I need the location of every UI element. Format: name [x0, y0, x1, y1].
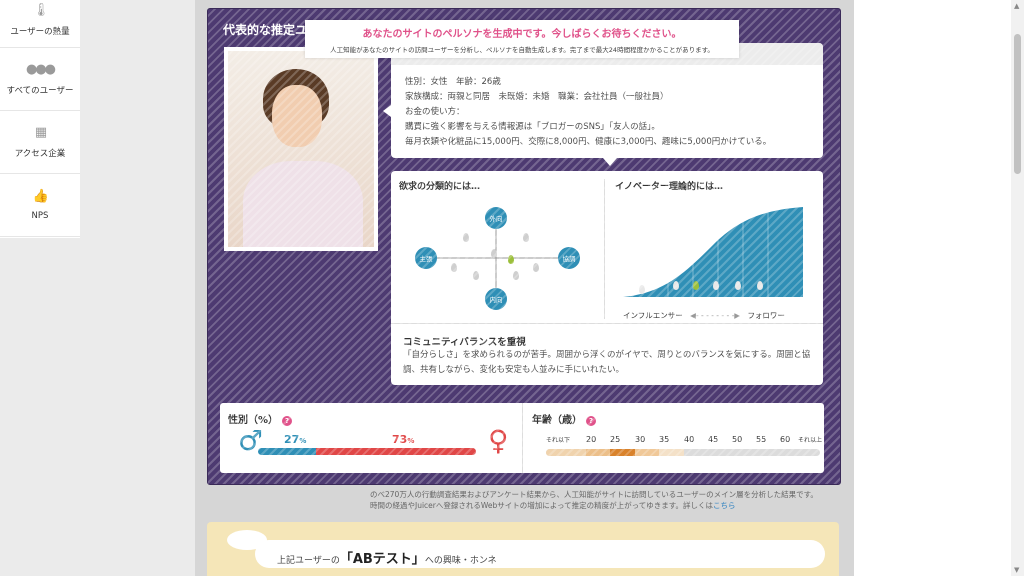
details-link[interactable]: こちら: [713, 501, 736, 510]
male-bar: [258, 448, 316, 455]
innovator-arrow: ◀- - - - - - - -▶: [690, 311, 741, 320]
data-drop-highlight: [508, 255, 514, 264]
building-icon: ▦: [34, 125, 47, 140]
sidebar-item-nps[interactable]: 👍 NPS: [0, 174, 80, 237]
data-drop: [639, 285, 645, 294]
footnote-line2: 時間の経過やJuicerへ登録されるWebサイトの増加によって推定の精度が上がっ…: [370, 501, 713, 510]
female-bar: [316, 448, 476, 455]
persona-family: 家族構成：両親と同居 未既婚：未婚 職業：会社社員（一般社員）: [405, 92, 669, 102]
persona-gender-age: 性別：女性 年齢：26歳: [405, 77, 501, 87]
notice-message: 人工知能があなたのサイトの訪問ユーザーを分析し、ペルソナを自動生成します。完了ま…: [330, 46, 714, 54]
age-bar: [546, 449, 820, 456]
main-content: 代表的な推定ユーザー像 性別：女性 年齢：26歳 家族構成：両親と同居 未既婚：…: [195, 0, 854, 576]
scrollbar-thumb[interactable]: [1014, 34, 1021, 174]
thumbs-up-icon: 👍: [32, 189, 49, 204]
age-label: 40: [684, 435, 695, 444]
persona-money-label: お金の使い方：: [405, 107, 465, 117]
notice-title: あなたのサイトのペルソナを生成中です。今しばらくお待ちください。: [362, 29, 682, 40]
data-drop: [523, 233, 529, 242]
data-drop: [473, 271, 479, 280]
sidebar-item-label: すべてのユーザー: [6, 86, 74, 96]
persona-photo: [224, 47, 378, 251]
age-label: 35: [659, 435, 670, 444]
female-percent: 73%: [392, 433, 415, 446]
male-percent: 27%: [284, 433, 307, 446]
age-label: 20: [586, 435, 597, 444]
desire-axis-right: 協調: [558, 247, 580, 269]
data-drop: [757, 281, 763, 290]
sidebar-item-label: アクセス企業: [14, 149, 66, 159]
sidebar-item-all-users[interactable]: ●●● すべてのユーザー: [0, 48, 80, 111]
interest-section: 上記ユーザーの「ABテスト」への興味・ホンネ: [207, 522, 839, 576]
female-icon: ♀: [488, 424, 509, 457]
age-label: 55: [756, 435, 767, 444]
community-title: コミュニティバランスを重視: [403, 337, 526, 348]
scroll-down-icon[interactable]: ▼: [1014, 566, 1019, 574]
generation-notice: あなたのサイトのペルソナを生成中です。今しばらくお待ちください。 人工知能があな…: [305, 20, 739, 58]
sidebar-item-access-companies[interactable]: ▦ アクセス企業: [0, 111, 80, 174]
desire-axis-top: 外向: [485, 207, 507, 229]
data-drop: [463, 233, 469, 242]
age-label: 30: [635, 435, 646, 444]
interest-heading: 上記ユーザーの「ABテスト」への興味・ホンネ: [277, 552, 497, 567]
help-icon[interactable]: ?: [282, 416, 293, 426]
data-drop: [713, 281, 719, 290]
age-label: それ以下: [546, 437, 571, 444]
right-panel: [854, 0, 1014, 576]
data-drop: [491, 249, 497, 258]
footnote: のべ270万人の行動調査結果およびアンケート結果から、人工知能がサイトに訪問して…: [370, 489, 840, 511]
age-label: 60: [780, 435, 791, 444]
data-drop-highlight: [693, 281, 699, 290]
desire-axis-left: 主張: [415, 247, 437, 269]
data-drop: [735, 281, 741, 290]
age-label: 50: [732, 435, 743, 444]
innovator-right-label: フォロワー: [747, 311, 785, 320]
persona-card: 代表的な推定ユーザー像 性別：女性 年齢：26歳 家族構成：両親と同居 未既婚：…: [207, 8, 841, 485]
data-drop: [673, 281, 679, 290]
scroll-up-icon[interactable]: ▲: [1014, 2, 1019, 10]
data-drop: [513, 271, 519, 280]
scrollbar[interactable]: ▲ ▼: [1011, 0, 1024, 576]
users-icon: ●●●: [25, 62, 56, 77]
data-drop: [451, 263, 457, 272]
innovator-title: イノベーター理論的には…: [615, 182, 724, 192]
sidebar-item-label: ユーザーの熱量: [10, 27, 70, 37]
persona-info: 性別：女性 年齢：26歳 家族構成：両親と同居 未既婚：未婚 職業：会社社員（一…: [391, 43, 823, 158]
sidebar: 🌡 ユーザーの熱量 ●●● すべてのユーザー ▦ アクセス企業 👍 NPS: [0, 0, 80, 238]
footnote-line1: のべ270万人の行動調査結果およびアンケート結果から、人工知能がサイトに訪問して…: [370, 490, 818, 499]
sidebar-item-user-heat[interactable]: 🌡 ユーザーの熱量: [0, 0, 80, 48]
thermometer-icon: 🌡: [32, 3, 49, 18]
desire-axis-bottom: 内向: [485, 288, 507, 310]
sidebar-item-label: NPS: [31, 211, 49, 221]
persona-analysis: 欲求の分類的には… 外向 内向 主張 協調 イノベーター理論的には… インフルエ…: [391, 171, 823, 385]
community-text: 「自分らしさ」を求められるのが苦手。周囲から浮くのがイヤで、周りとのバランスを気…: [403, 350, 811, 375]
age-label: それ以上: [798, 437, 823, 444]
demographic-stats: 性別（%）? ♂ 27% 73% ♀ 年齢（歳）? それ以下 20 25 30 …: [220, 403, 824, 473]
persona-money-line2: 毎月衣類や化粧品に15,000円、交際に8,000円、健康に3,000円、趣味に…: [405, 137, 772, 147]
age-label: 25: [610, 435, 621, 444]
age-label: 45: [708, 435, 719, 444]
innovator-left-label: インフルエンサー: [623, 311, 683, 320]
innovator-curve: [623, 207, 803, 297]
data-drop: [533, 263, 539, 272]
persona-money-line1: 購買に強く影響を与える情報源は「ブロガーのSNS」「友人の話」。: [405, 122, 660, 132]
desire-title: 欲求の分類的には…: [399, 182, 481, 192]
